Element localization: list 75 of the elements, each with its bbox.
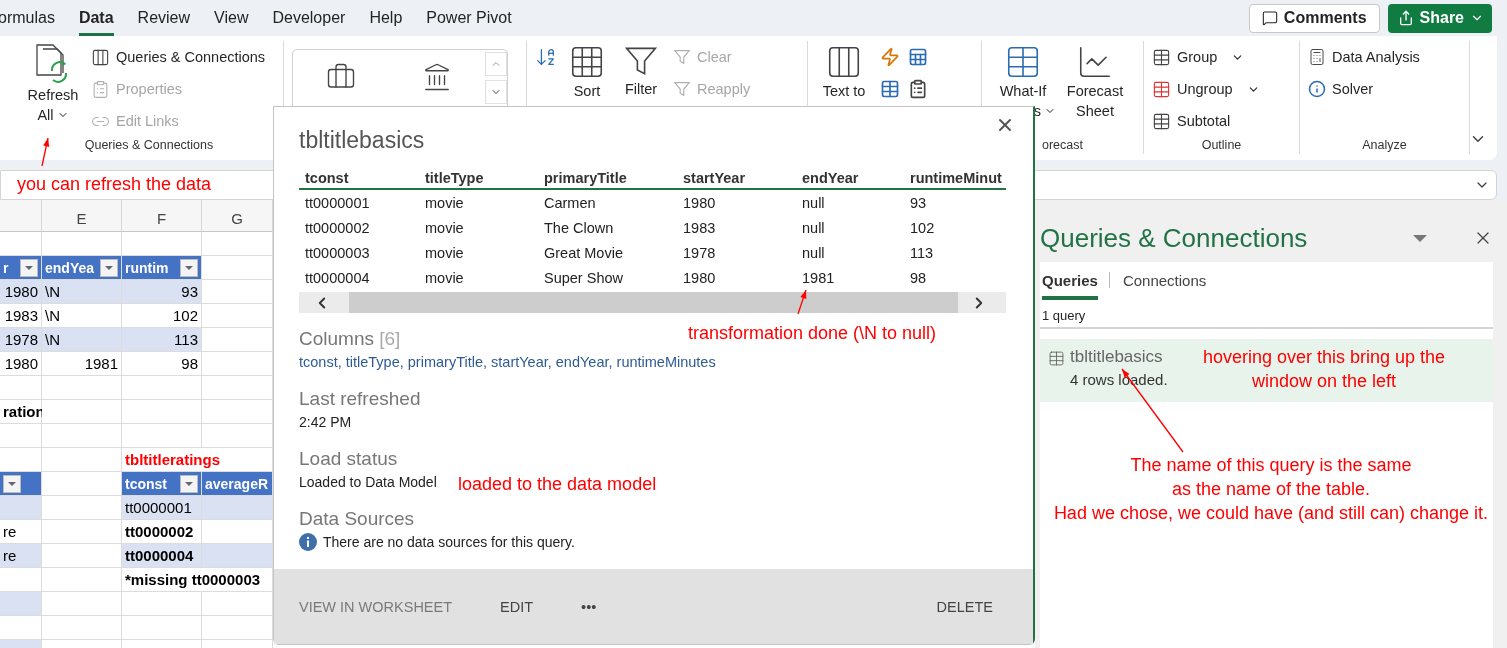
popup-title: tbltitlebasics [299,127,426,154]
column-header: startYear [682,170,747,186]
table-cell: 113 [122,328,202,352]
table-cell: 1980 [0,280,42,304]
table-cell-text: null [801,244,826,261]
group-label: Queries & Connections [84,138,214,154]
table-header-cell: averageR [202,472,273,496]
table-cell: \N [42,328,122,352]
table-cell-text: 1978 [682,244,717,261]
table-cell-text: Great Movie [543,244,624,261]
table-cell: 98 [122,352,202,376]
annotation-text: The name of this query is the same as the name of the table. Had we chose, we could have (and still can) change it. [1052,454,1490,525]
column-header: endYear [801,170,860,186]
table-header-cell: r [0,256,42,280]
data-sources-message: There are no data sources for this query. [323,533,575,552]
table-cell: \N [42,304,122,328]
column-header: runtimeMinut [909,170,1003,186]
table-cell-text: Super Show [543,269,624,286]
section-heading: Data Sources [299,507,415,531]
annotation-text: hovering over this bring up the window on the left [1201,346,1447,393]
table-cell: tt0000004 [122,544,202,568]
table-cell-text: tt0000003 [304,244,371,261]
table-cell-text: The Clown [543,219,615,236]
section-heading: Columns [6] [299,327,401,351]
table-cell: *missing tt0000003 [122,568,273,592]
table-cell-text: movie [424,219,465,236]
table-title: tbltitleratings [122,448,273,472]
table-cell-text: movie [424,269,465,286]
table-cell-text: 1980 [682,194,717,211]
pane-title: Queries & Connections [1040,222,1309,254]
table-cell: \N [42,280,122,304]
load-status: Loaded to Data Model [299,473,437,492]
table-cell-text: movie [424,244,465,261]
table-cell: tt0000001 [122,496,202,520]
table-cell-text: 1983 [682,219,717,236]
table-cell-text: 93 [909,194,928,211]
query-count: 1 query [1040,300,1493,329]
group-label: Outline [1201,138,1242,154]
table-cell-text: 1981 [801,269,836,286]
section-heading: Load status [299,447,398,471]
query-name: tbltitlebasics [1070,347,1163,367]
table-cell: 102 [122,304,202,328]
table-cell-text: tt0000001 [304,194,371,211]
table-cell-text: 1980 [682,269,717,286]
table-cell-text: tt0000002 [304,219,371,236]
table-cell: 1978 [0,328,42,352]
table-cell-text: movie [424,194,465,211]
table-cell: 93 [122,280,202,304]
table-header-cell: endYea [42,256,122,280]
section-heading: Last refreshed [299,387,421,411]
refresh-time: 2:42 PM [299,413,352,432]
table-header-cell: tconst [122,472,202,496]
table-cell: re [0,544,42,568]
annotation-text: loaded to the data model [458,473,657,496]
column-list: tconst, titleType, primaryTitle, startYear, endYear, runtimeMinutes [299,351,1006,373]
group-label: Analyze [1362,138,1407,154]
table-cell: 1983 [0,304,42,328]
table-cell-text: Carmen [543,194,597,211]
table-cell-text: 102 [909,219,936,236]
annotation-text: transformation done (\N to null) [688,322,937,345]
table-cell-text: tt0000004 [304,269,371,286]
group-label: orecast [1042,138,1083,154]
annotation-text: you can refresh the data [17,173,212,196]
table-cell-text: 98 [909,269,928,286]
table-cell: 1981 [42,352,122,376]
column-header: titleType [424,170,485,186]
table-cell: 1980 [0,352,42,376]
table-cell-text: 113 [909,244,935,261]
table-cell-text: null [801,219,826,236]
table-cell: re [0,520,42,544]
table-header-cell: runtim [122,256,202,280]
table-cell-text: null [801,194,826,211]
column-header: tconst [304,170,350,186]
table-cell: tt0000002 [122,520,202,544]
column-header: primaryTitle [543,170,628,186]
